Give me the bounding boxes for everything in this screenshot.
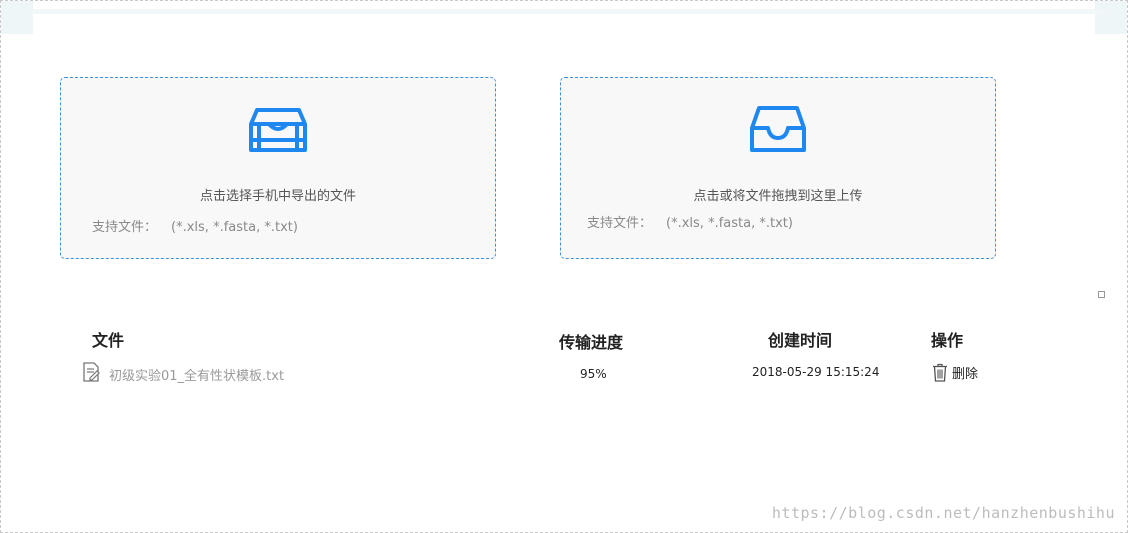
transfer-progress: 95% <box>580 367 607 381</box>
file-edit-icon <box>83 362 100 382</box>
inbox-tray-icon <box>750 106 806 152</box>
phone-file-upload-area[interactable]: 点击选择手机中导出的文件 支持文件： (*.xls, *.fasta, *.txt… <box>60 77 496 259</box>
delete-label: 删除 <box>952 366 979 382</box>
supported-formats: (*.xls, *.fasta, *.txt) <box>171 220 298 235</box>
delete-button[interactable]: 删除 <box>932 361 978 383</box>
top-strip <box>33 9 1105 14</box>
small-square-marker <box>1098 291 1105 298</box>
trash-icon <box>933 363 947 382</box>
page: 点击选择手机中导出的文件 支持文件： (*.xls, *.fasta, *.txt… <box>0 0 1128 533</box>
watermark: https://blog.csdn.net/hanzhenbushihu <box>771 504 1115 522</box>
support-label: 支持文件： <box>92 220 158 235</box>
column-header-progress: 传输进度 <box>559 333 624 352</box>
column-header-file: 文件 <box>92 331 125 350</box>
archive-box-icon <box>249 108 307 152</box>
drag-drop-upload-area[interactable]: 点击或将文件拖拽到这里上传 支持文件： (*.xls, *.fasta, *.tx… <box>560 77 996 259</box>
file-name: 初级实验01_全有性状模板.txt <box>109 369 285 384</box>
supported-formats: (*.xls, *.fasta, *.txt) <box>666 216 793 231</box>
column-header-created: 创建时间 <box>768 331 833 350</box>
corner-decoration-left <box>1 1 33 34</box>
support-label: 支持文件： <box>587 216 653 231</box>
column-header-actions: 操作 <box>931 331 964 350</box>
drop-upload-title: 点击或将文件拖拽到这里上传 <box>693 189 863 204</box>
phone-upload-hint: 支持文件： (*.xls, *.fasta, *.txt) <box>92 216 298 235</box>
phone-upload-title: 点击选择手机中导出的文件 <box>199 189 356 204</box>
corner-decoration-right <box>1095 1 1127 34</box>
created-time: 2018-05-29 15:15:24 <box>752 365 880 379</box>
drop-upload-hint: 支持文件： (*.xls, *.fasta, *.txt) <box>587 212 793 231</box>
